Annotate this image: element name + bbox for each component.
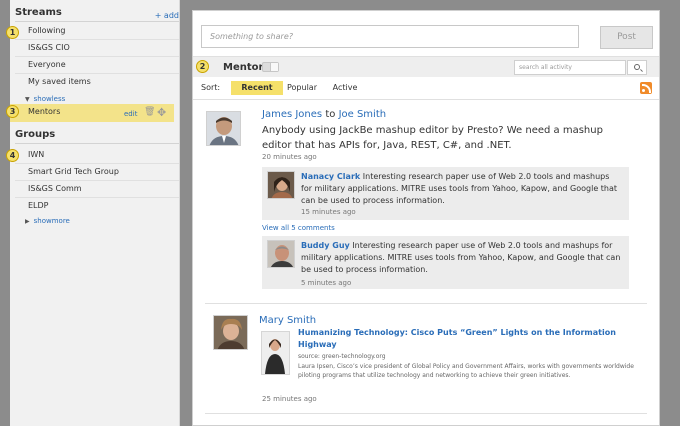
comment: Nanacy Clark Interesting research paper … — [262, 167, 629, 220]
post-time: 25 minutes ago — [262, 395, 317, 403]
sort-tab-recent[interactable]: Recent — [231, 81, 283, 95]
post-button[interactable]: Post — [600, 26, 653, 49]
mentors-label: Mentors — [28, 107, 61, 116]
author-link[interactable]: James Jones — [262, 109, 322, 120]
avatar-buddy-guy — [268, 241, 294, 267]
shared-link-title[interactable]: Humanizing Technology: Cisco Puts “Green… — [261, 327, 631, 351]
showmore-link[interactable]: ▶ showmore — [25, 217, 70, 225]
group-item-isgs-comm[interactable]: IS&GS Comm — [15, 181, 179, 198]
group-item-eldp[interactable]: ELDP — [15, 198, 179, 215]
sort-tab-active[interactable]: Active — [327, 81, 363, 95]
shared-link-title-text: Humanizing Technology: Cisco Puts “Green… — [298, 328, 616, 349]
group-item-iwn[interactable]: IWN — [15, 147, 179, 164]
trash-icon[interactable]: 🗑 — [144, 107, 155, 117]
avatar-mary-smith — [214, 316, 247, 349]
avatar-james-jones — [207, 112, 240, 145]
search-input[interactable]: search all activity — [514, 60, 626, 75]
avatar-nanacy-clark — [268, 172, 294, 198]
callout-badge: 4 — [6, 149, 19, 162]
to-word: to — [325, 109, 336, 120]
author-link[interactable]: Mary Smith — [259, 315, 316, 326]
comment-author-link[interactable]: Nanacy Clark — [301, 172, 360, 181]
divider — [205, 413, 647, 414]
stream-item-isgs-cio[interactable]: IS&GS CIO — [15, 40, 179, 57]
showmore-label: showmore — [33, 217, 70, 225]
comment-time: 5 minutes ago — [301, 279, 352, 287]
triangle-right-icon: ▶ — [25, 218, 30, 225]
stream-item-saved[interactable]: My saved items — [15, 74, 179, 91]
rss-icon[interactable] — [640, 82, 652, 94]
callout-badge: 3 — [6, 105, 19, 118]
avatar[interactable] — [213, 315, 248, 350]
edit-link[interactable]: edit — [124, 110, 137, 118]
stream-item-everyone[interactable]: Everyone — [15, 57, 179, 74]
recipient-link[interactable]: Joe Smith — [339, 109, 387, 120]
add-stream-link[interactable]: + add — [155, 11, 179, 20]
post-author-line: Mary Smith — [259, 315, 316, 326]
post-time: 20 minutes ago — [262, 153, 317, 161]
sidebar: Streams + add Following IS&GS CIO Everyo… — [10, 0, 180, 426]
triangle-down-icon: ▼ — [25, 96, 30, 103]
link-thumbnail[interactable] — [261, 331, 290, 375]
divider — [15, 143, 179, 144]
main-panel: Something to share? Post 2 Mentors searc… — [192, 10, 660, 426]
group-item-smart-grid[interactable]: Smart Grid Tech Group — [15, 164, 179, 181]
groups-heading: Groups — [15, 129, 56, 140]
thumbnail-image — [262, 332, 289, 374]
avatar[interactable] — [267, 171, 295, 199]
comment: Buddy Guy Interesting research paper use… — [262, 236, 629, 289]
link-source: source: green-technology.org — [298, 353, 386, 360]
comment-text: Nanacy Clark Interesting research paper … — [301, 171, 621, 207]
sort-tab-popular[interactable]: Popular — [285, 81, 319, 95]
comment-time: 15 minutes ago — [301, 208, 356, 216]
divider — [15, 21, 179, 22]
avatar[interactable] — [267, 240, 295, 268]
search-icon — [634, 64, 640, 70]
comment-author-link[interactable]: Buddy Guy — [301, 241, 350, 250]
stream-item-following[interactable]: Following — [15, 23, 179, 40]
post-text: Anybody using JackBe mashup editor by Pr… — [262, 125, 603, 151]
post-author-line: James Jones to Joe Smith — [262, 109, 386, 120]
showless-link[interactable]: ▼ showless — [25, 95, 65, 103]
avatar[interactable] — [206, 111, 241, 146]
divider — [193, 99, 659, 100]
comment-text: Buddy Guy Interesting research paper use… — [301, 240, 621, 276]
showless-label: showless — [33, 95, 66, 103]
divider — [205, 303, 647, 304]
view-all-comments-link[interactable]: View all 5 comments — [262, 224, 335, 232]
search-button[interactable] — [627, 60, 647, 75]
streams-heading: Streams — [15, 7, 62, 18]
sort-label: Sort: — [201, 83, 221, 92]
share-input[interactable]: Something to share? — [201, 25, 579, 48]
toggle-knob — [270, 63, 278, 71]
callout-badge: 2 — [196, 60, 209, 73]
move-icon[interactable]: ✥ — [157, 106, 166, 119]
sidebar-item-mentors-active[interactable]: Mentors edit 🗑 ✥ — [10, 104, 174, 122]
view-toggle[interactable] — [262, 62, 279, 72]
callout-badge: 1 — [6, 26, 19, 39]
link-description: Laura Ipsen, Cisco’s vice president of G… — [298, 363, 634, 379]
stream-header-bar: 2 Mentors search all activity — [193, 56, 659, 77]
